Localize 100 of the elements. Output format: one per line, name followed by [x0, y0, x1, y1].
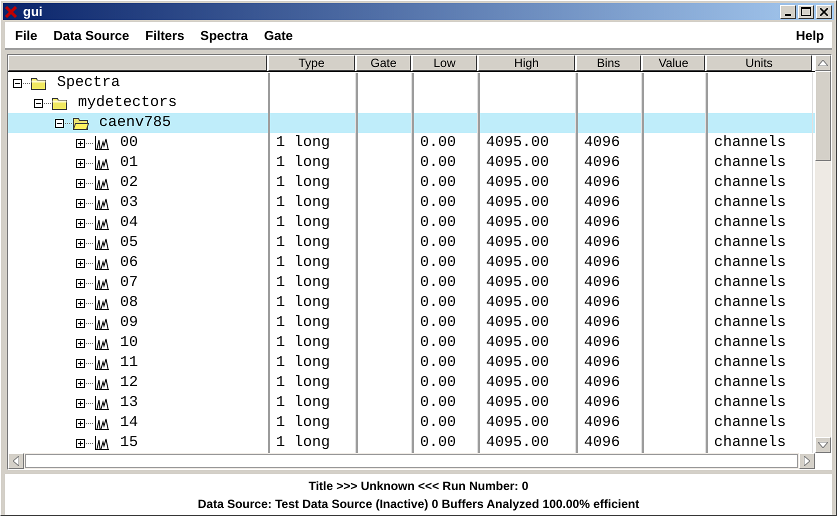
expand-icon[interactable]: [76, 318, 85, 328]
column-header[interactable]: [8, 55, 267, 72]
expand-icon[interactable]: [76, 258, 85, 268]
tree-row[interactable]: 09 1 long 0.00 4095.00 4096 channels: [8, 313, 815, 334]
left-arrow-icon[interactable]: [13, 456, 19, 466]
expand-icon[interactable]: [76, 358, 85, 368]
maximize-icon[interactable]: [801, 7, 811, 16]
tree-row[interactable]: 11 1 long 0.00 4095.00 4096 channels: [8, 353, 815, 374]
table-cell: [356, 393, 412, 414]
up-arrow-icon[interactable]: [818, 60, 828, 66]
histogram-icon: [94, 216, 110, 230]
table-cell: 0.00: [412, 173, 478, 194]
tree-row[interactable]: 08 1 long 0.00 4095.00 4096 channels: [8, 293, 815, 314]
tree-row[interactable]: 01 1 long 0.00 4095.00 4096 channels: [8, 153, 815, 174]
scroll-down-button[interactable]: [815, 437, 831, 454]
column-header[interactable]: Gate: [356, 55, 411, 72]
menu-item[interactable]: Gate: [256, 28, 301, 43]
tree-row[interactable]: 07 1 long 0.00 4095.00 4096 channels: [8, 273, 815, 294]
tree-item[interactable]: 06: [120, 253, 138, 274]
close-icon[interactable]: [820, 8, 828, 16]
column-header[interactable]: Value: [642, 55, 705, 72]
expand-icon[interactable]: [76, 178, 85, 188]
tree-row[interactable]: 12 1 long 0.00 4095.00 4096 channels: [8, 373, 815, 394]
tree-item[interactable]: caenv785: [99, 113, 172, 134]
expand-icon[interactable]: [76, 218, 85, 228]
expand-icon[interactable]: [76, 398, 85, 408]
table-cell: 4095.00: [478, 133, 576, 154]
tree-row[interactable]: 06 1 long 0.00 4095.00 4096 channels: [8, 253, 815, 274]
table-cell: 1 long: [268, 233, 356, 254]
expand-icon[interactable]: [76, 238, 85, 248]
tree-item[interactable]: 15: [120, 433, 138, 454]
expand-icon[interactable]: [76, 278, 85, 288]
expand-icon[interactable]: [76, 378, 85, 388]
tree-row[interactable]: 00 1 long 0.00 4095.00 4096 channels: [8, 133, 815, 154]
tree-item[interactable]: Spectra: [57, 73, 120, 94]
menu-item[interactable]: Data Source: [45, 28, 138, 43]
expand-icon[interactable]: [76, 418, 85, 428]
table-cell: [642, 393, 706, 414]
table-cell: 1 long: [268, 213, 356, 234]
expand-icon[interactable]: [76, 158, 85, 168]
table-cell: channels: [706, 413, 813, 434]
tree-row[interactable]: 02 1 long 0.00 4095.00 4096 channels: [8, 173, 815, 194]
expand-icon[interactable]: [76, 298, 85, 308]
tree-item[interactable]: 01: [120, 153, 138, 174]
tree-row[interactable]: 10 1 long 0.00 4095.00 4096 channels: [8, 333, 815, 354]
tree-item[interactable]: 12: [120, 373, 138, 394]
tree-item[interactable]: 09: [120, 313, 138, 334]
table-cell: [642, 273, 706, 294]
table-cell: 4096: [576, 353, 642, 374]
collapse-icon[interactable]: [13, 78, 22, 88]
down-arrow-icon[interactable]: [818, 442, 828, 448]
scroll-left-button[interactable]: [8, 453, 24, 470]
minimize-button[interactable]: [780, 4, 796, 19]
expand-icon[interactable]: [76, 198, 85, 208]
tree-item[interactable]: 05: [120, 233, 138, 254]
menu-item[interactable]: Spectra: [192, 28, 256, 43]
collapse-icon[interactable]: [55, 118, 64, 128]
tree-row[interactable]: 03 1 long 0.00 4095.00 4096 channels: [8, 193, 815, 214]
menu-item[interactable]: Filters: [137, 28, 192, 43]
tree-item[interactable]: 03: [120, 193, 138, 214]
column-header[interactable]: Type: [268, 55, 355, 72]
tree-row[interactable]: 14 1 long 0.00 4095.00 4096 channels: [8, 413, 815, 434]
column-header[interactable]: Low: [412, 55, 477, 72]
tree-item[interactable]: 02: [120, 173, 138, 194]
tree-row[interactable]: 05 1 long 0.00 4095.00 4096 channels: [8, 233, 815, 254]
tree-row[interactable]: caenv785: [8, 113, 815, 134]
column-header[interactable]: Bins: [576, 55, 641, 72]
table-cell: [576, 113, 642, 134]
table-cell: 4096: [576, 293, 642, 314]
tree-item[interactable]: 04: [120, 213, 138, 234]
expand-icon[interactable]: [76, 438, 85, 448]
collapse-icon[interactable]: [34, 98, 43, 108]
tree-item[interactable]: 13: [120, 393, 138, 414]
help-menu[interactable]: Help: [788, 28, 832, 43]
table-cell: 4096: [576, 333, 642, 354]
table-cell: [412, 113, 478, 134]
table-cell: 1 long: [268, 273, 356, 294]
tree-item[interactable]: 10: [120, 333, 138, 354]
expand-icon[interactable]: [76, 138, 85, 148]
tree-item[interactable]: 08: [120, 293, 138, 314]
tree-item[interactable]: mydetectors: [78, 93, 178, 114]
tree-row[interactable]: 04 1 long 0.00 4095.00 4096 channels: [8, 213, 815, 234]
scroll-right-button[interactable]: [799, 453, 815, 470]
tree-item[interactable]: 14: [120, 413, 138, 434]
tree-row[interactable]: 13 1 long 0.00 4095.00 4096 channels: [8, 393, 815, 414]
histogram-icon: [94, 316, 110, 330]
column-header[interactable]: High: [478, 55, 575, 72]
tree-row[interactable]: Spectra: [8, 73, 815, 94]
tree-item[interactable]: 11: [120, 353, 138, 374]
expand-icon[interactable]: [76, 338, 85, 348]
tree-item[interactable]: 00: [120, 133, 138, 154]
table-cell: 1 long: [268, 413, 356, 434]
column-header[interactable]: Units: [706, 55, 812, 72]
maximize-button[interactable]: [798, 4, 814, 19]
right-arrow-icon[interactable]: [804, 456, 810, 466]
close-button[interactable]: [816, 4, 832, 19]
tree-item[interactable]: 07: [120, 273, 138, 294]
table-cell: [642, 313, 706, 334]
menu-item[interactable]: File: [7, 28, 46, 43]
scroll-up-button[interactable]: [815, 55, 831, 72]
